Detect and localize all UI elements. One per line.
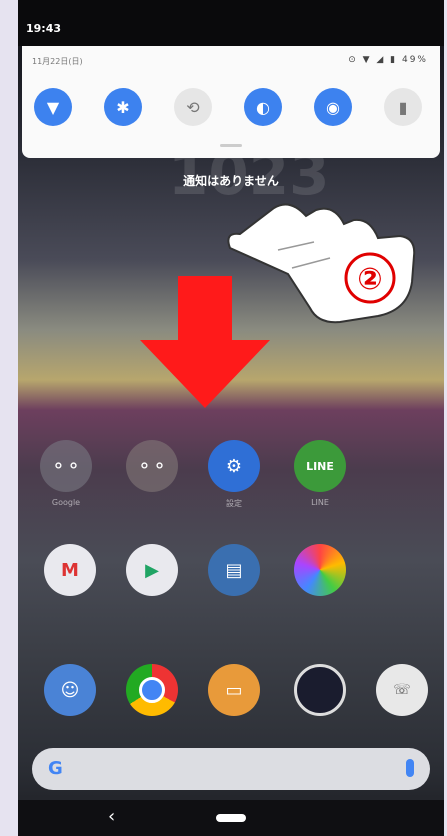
flashlight-tile[interactable]: ▮ — [384, 88, 422, 126]
color-app-icon[interactable] — [294, 544, 346, 596]
google-logo: G — [48, 758, 63, 779]
system-status-icons: ⊙ ▼ ◢ ▮ 49% — [348, 55, 428, 65]
status-bar: 19:43 — [18, 0, 444, 46]
status-time: 19:43 — [26, 22, 62, 35]
wallet-app-icon[interactable]: ▤ — [208, 544, 260, 596]
step-number: ② — [357, 262, 382, 297]
location-icon: ◉ — [326, 97, 340, 117]
chrome-app-icon[interactable] — [126, 664, 178, 716]
no-notifications-text: 通知はありません — [183, 174, 279, 188]
play-store-icon[interactable]: ▶ — [126, 544, 178, 596]
back-icon[interactable]: ‹ — [108, 806, 115, 827]
phone-screen: 19:43 11月22日(日) ⊙ ▼ ◢ ▮ 49% ▼ ✱ ⟲ ◐ ◉ ▮ … — [18, 0, 444, 836]
navigation-bar: ‹ — [18, 800, 444, 836]
down-arrow-icon — [140, 276, 270, 408]
auto-rotate-icon: ⟲ — [186, 97, 200, 117]
data-saver-tile[interactable]: ◐ — [244, 88, 282, 126]
wifi-icon: ▼ — [46, 97, 60, 117]
settings-app-icon[interactable]: ⚙ — [208, 440, 260, 492]
gmail-app-icon[interactable]: M — [44, 544, 96, 596]
home-button[interactable] — [216, 814, 246, 822]
bluetooth-tile[interactable]: ✱ — [104, 88, 142, 126]
line-label: LINE — [311, 498, 329, 507]
apps-folder-icon[interactable]: ⚬⚬ — [126, 440, 178, 492]
auto-rotate-tile[interactable]: ⟲ — [174, 88, 212, 126]
line-app-icon[interactable]: LINE — [294, 440, 346, 492]
wifi-tile[interactable]: ▼ — [34, 88, 72, 126]
settings-label: 設定 — [226, 499, 242, 508]
camera-app-icon[interactable] — [294, 664, 346, 716]
messages-app-icon[interactable]: ▭ — [208, 664, 260, 716]
data-saver-icon: ◐ — [256, 97, 270, 117]
google-search-bar[interactable]: G — [32, 748, 430, 790]
google-folder-icon[interactable]: ⚬⚬ — [40, 440, 92, 492]
flashlight-icon: ▮ — [398, 97, 408, 117]
location-tile[interactable]: ◉ — [314, 88, 352, 126]
bluetooth-icon: ✱ — [116, 97, 130, 117]
phone-app-icon[interactable]: ☏ — [376, 664, 428, 716]
google-folder-label: Google — [51, 498, 81, 507]
mic-icon[interactable] — [406, 759, 414, 777]
qs-date: 11月22日(日) — [32, 57, 83, 66]
contacts-app-icon[interactable]: ☺ — [44, 664, 96, 716]
